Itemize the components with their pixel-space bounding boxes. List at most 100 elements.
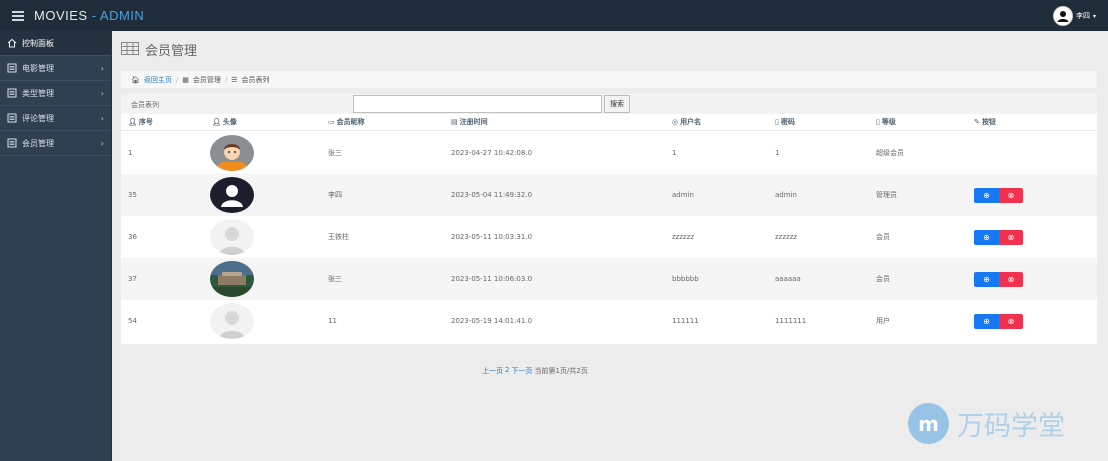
action-buttons: ⊕ ⊗ [974,229,1023,245]
cell-actions: ⊕ ⊗ [974,216,1023,258]
cell-actions: ⊕ ⊗ [974,258,1023,300]
sidebar: 控制面板 电影管理 › 类型管理 › 评论管理 › 会员管理 › [0,31,112,461]
breadcrumb-home-link[interactable]: 返回主页 [144,75,172,85]
user-avatar-icon [1052,6,1073,26]
sidebar-item-label: 电影管理 [22,63,54,73]
column-header-id: 👤︎ 序号 [128,118,153,126]
column-header-level: ▯ 等级 [876,118,896,126]
user-icon: 👤︎ [212,118,221,126]
delete-icon: ⊗ [1007,232,1015,242]
column-header-username: ◎ 用户名 [672,118,702,126]
caret-down-icon: ▾ [1092,12,1096,20]
avatar [210,135,254,171]
chevron-right-icon: › [100,139,104,148]
edit-icon: ⊕ [983,274,990,284]
cell-avatar [210,216,254,258]
user-menu[interactable]: 李四 ▾ [1052,6,1096,26]
search-label: 会员表列 [131,101,159,109]
home-icon [7,38,17,48]
sidebar-item-types[interactable]: 类型管理 › [0,81,111,106]
cell-actions: ⊕ ⊗ [974,300,1023,342]
phone-icon: ▯ [775,118,779,126]
brand-logo[interactable]: MOVIES - ADMIN [34,8,144,23]
main-content: 会员管理 🏠︎ 返回主页 / ▦ 会员管理 / ☰ 会员表列 会员表列 搜索 👤… [113,31,1108,461]
search-button[interactable]: 搜索 [604,95,630,113]
cell-avatar [210,300,254,342]
sidebar-item-label: 控制面板 [22,38,54,48]
sidebar-item-label: 会员管理 [22,138,54,148]
table-row: 36 王铁柱 2023-05-11 10:03:31.0 zzzzzz zzzz… [121,216,1097,258]
edit-button[interactable]: ⊕ [974,313,999,329]
avatar [210,303,254,339]
sidebar-item-comments[interactable]: 评论管理 › [0,106,111,131]
column-header-nickname: ▭ 会员昵称 [328,118,365,126]
next-page-link[interactable]: 下一页 [511,366,532,376]
delete-button[interactable]: ⊗ [999,271,1023,287]
cell-password: 1 [775,149,780,157]
cell-id: 35 [128,191,137,199]
page-header: 会员管理 [121,40,197,59]
chevron-right-icon: › [100,114,104,123]
pencil-icon: ✎ [974,118,980,126]
cell-level: 超级会员 [876,149,904,157]
cell-password: aaaaaa [775,275,801,283]
delete-icon: ⊗ [1007,316,1015,326]
prev-page-link[interactable]: 上一页 [482,366,503,376]
cell-level: 管理员 [876,191,897,199]
delete-button[interactable]: ⊗ [999,187,1023,203]
delete-icon: ⊗ [1007,190,1015,200]
cell-avatar [210,132,254,174]
list-icon [7,88,17,98]
edit-button[interactable]: ⊕ [974,271,999,287]
table-header: 👤︎ 序号 👤︎ 头像 ▭ 会员昵称 ▤ 注册时间 ◎ 用户名 ▯ 密码 ▯ 等级 ✎ 按钮 [121,114,1097,131]
table-row: 35 李四 2023-05-04 11:49:32.0 admin admin … [121,174,1097,216]
members-panel: 会员表列 搜索 👤︎ 序号 👤︎ 头像 ▭ 会员昵称 ▤ 注册时间 ◎ 用户名 ▯ 密码 ▯… [121,94,1097,344]
sidebar-item-dashboard[interactable]: 控制面板 [0,31,111,56]
edit-icon: ⊕ [983,190,990,200]
cell-username: zzzzzz [672,233,695,241]
home-icon: 🏠︎ [131,75,140,84]
cell-username: admin [672,191,694,199]
sidebar-item-movies[interactable]: 电影管理 › [0,56,111,81]
action-buttons: ⊕ ⊗ [974,187,1023,203]
breadcrumb-separator: / [175,75,179,84]
avatar [210,261,254,297]
delete-button[interactable]: ⊗ [999,229,1023,245]
avatar [210,219,254,255]
action-buttons: ⊕ ⊗ [974,271,1023,287]
edit-button[interactable]: ⊕ [974,187,999,203]
chevron-right-icon: › [100,64,104,73]
table-row: 54 11 2023-05-19 14:01:41.0 111111 11111… [121,300,1097,342]
cell-time: 2023-05-11 10:06:03.0 [451,275,533,283]
brand-separator: - [87,8,100,23]
user-name: 李四 [1075,12,1090,20]
menu-toggle-icon[interactable] [12,10,24,21]
edit-button[interactable]: ⊕ [974,229,999,245]
list-icon [7,138,17,148]
delete-button[interactable]: ⊗ [999,313,1023,329]
sidebar-item-label: 评论管理 [22,113,54,123]
table-icon [121,42,139,57]
sidebar-item-members[interactable]: 会员管理 › [0,131,111,156]
cell-nickname: 王铁柱 [328,233,349,241]
breadcrumb-current: 会员表列 [241,75,270,84]
card-icon: ▭ [328,118,335,126]
column-header-time: ▤ 注册时间 [451,118,488,126]
cell-avatar [210,258,254,300]
breadcrumb-separator: / [224,75,228,84]
cell-nickname: 张三 [328,275,342,283]
cell-level: 用户 [876,317,890,325]
location-icon: ◎ [672,118,679,126]
search-input[interactable] [353,95,602,113]
column-header-password: ▯ 密码 [775,118,795,126]
list-icon: ☰ [231,75,238,84]
sidebar-item-label: 类型管理 [22,88,54,98]
cell-nickname: 11 [328,317,337,325]
list-icon [7,63,17,73]
cell-actions: ⊕ ⊗ [974,174,1023,216]
page-2-link[interactable]: 2 [505,366,509,376]
cell-time: 2023-05-04 11:49:32.0 [451,191,533,199]
cell-username: 1 [672,149,677,157]
cell-id: 54 [128,317,137,325]
cell-nickname: 张三 [328,149,342,157]
